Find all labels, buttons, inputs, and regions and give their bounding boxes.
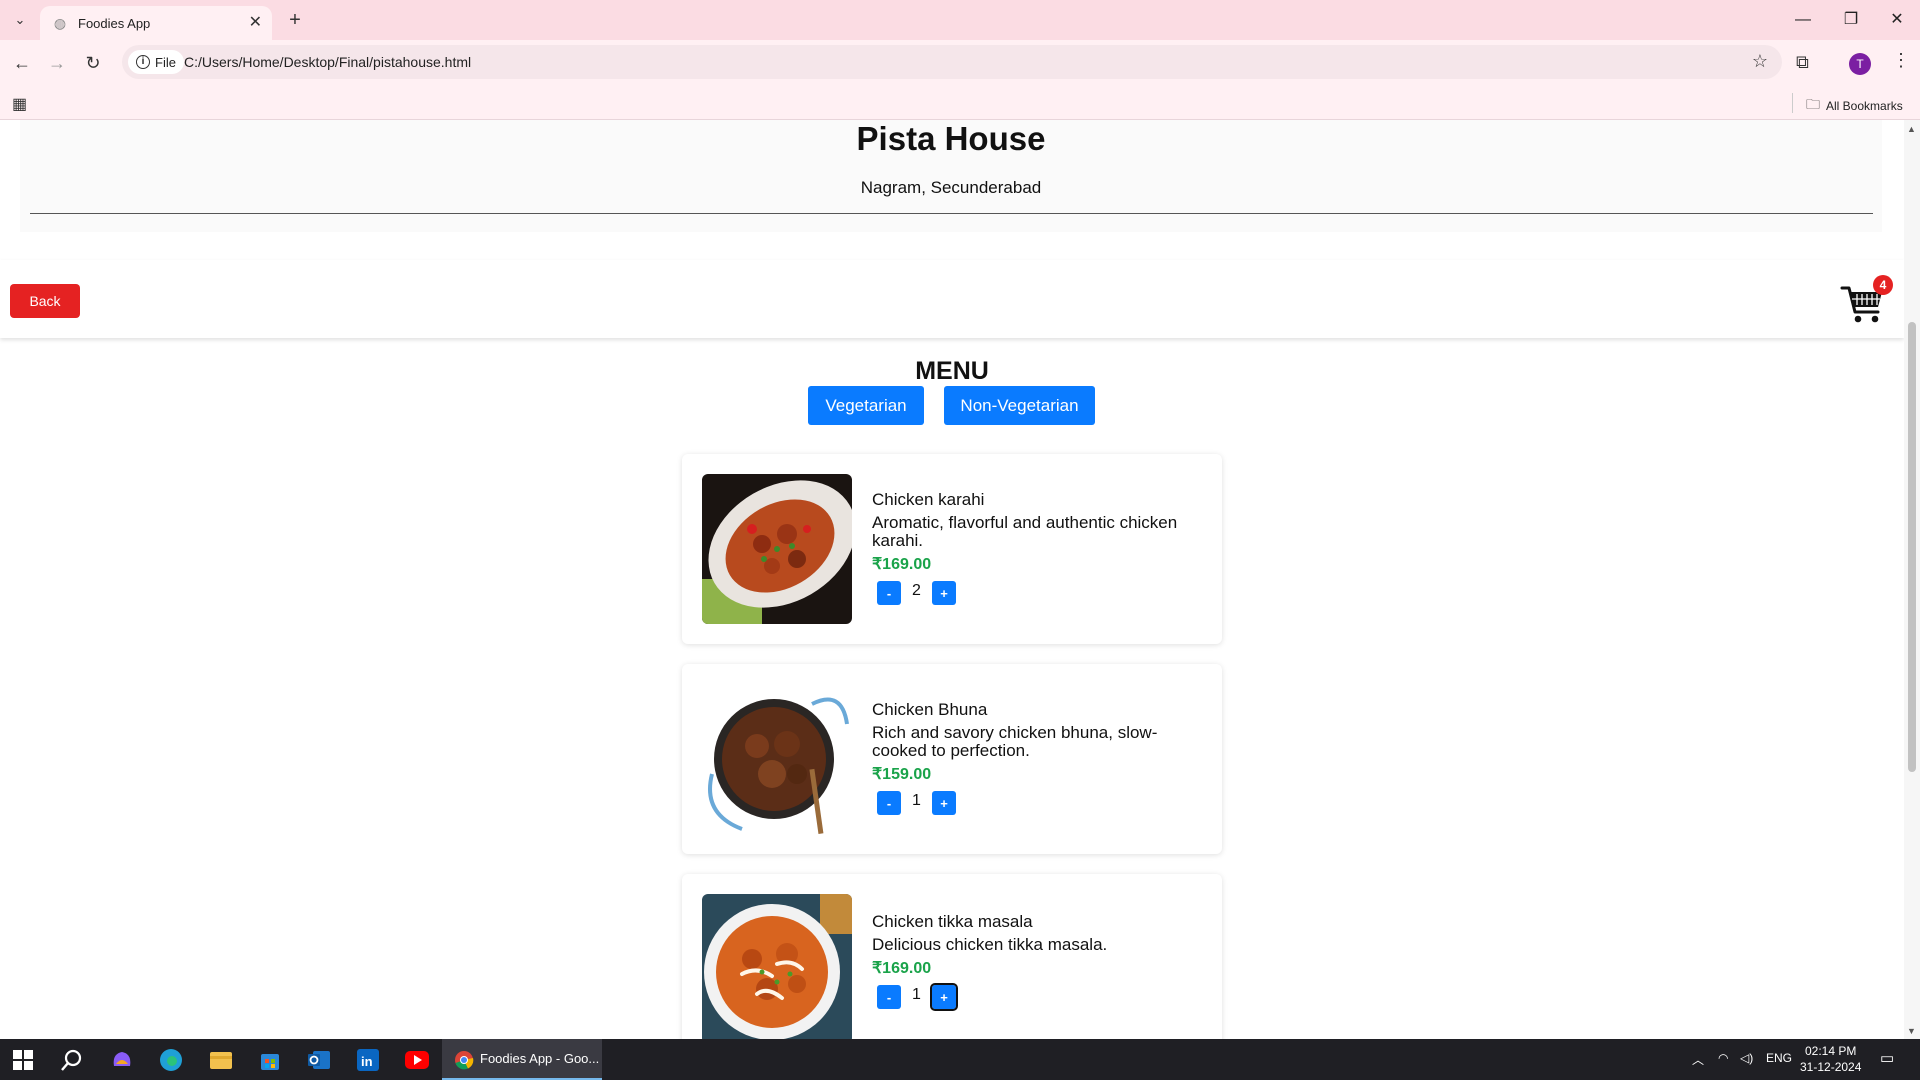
chicken-karahi-image — [702, 474, 852, 624]
clock-date: 31-12-2024 — [1800, 1060, 1862, 1074]
site-info-chip[interactable]: i File — [128, 50, 184, 74]
all-bookmarks-label: All Bookmarks — [1826, 99, 1903, 113]
menu-item-card: Chicken Bhuna Rich and savory chicken bh… — [682, 664, 1222, 854]
restore-icon[interactable]: ❐ — [1828, 6, 1874, 34]
copilot-icon[interactable] — [109, 1047, 135, 1073]
item-description: Aromatic, flavorful and authentic chicke… — [872, 513, 1178, 550]
page-viewport: Pista House Nagram, Secunderabad Back 4 … — [0, 120, 1904, 1039]
item-description: Delicious chicken tikka masala. — [872, 935, 1108, 954]
quantity-stepper: - 1 + — [877, 983, 1207, 1011]
increase-quantity-button[interactable]: + — [930, 983, 958, 1011]
browser-toolbar: ← → ↻ i File C:/Users/Home/Desktop/Final… — [0, 40, 1920, 85]
forward-arrow-icon[interactable]: → — [43, 49, 71, 77]
minimize-icon[interactable]: — — [1780, 6, 1826, 34]
globe-icon: ◍ — [53, 15, 67, 31]
notifications-icon[interactable]: ▭ — [1880, 1049, 1894, 1067]
reload-icon[interactable]: ↻ — [79, 49, 107, 77]
scrollbar-thumb[interactable] — [1908, 322, 1916, 772]
all-bookmarks-button[interactable]: 🗀 All Bookmarks — [1806, 94, 1903, 118]
system-clock[interactable]: 02:14 PM 31-12-2024 — [1800, 1043, 1861, 1075]
microsoft-store-icon[interactable] — [257, 1047, 283, 1073]
browser-menu-icon[interactable]: ⋮ — [1892, 50, 1910, 71]
item-name: Chicken karahi — [872, 490, 985, 509]
volume-icon[interactable]: ◁) — [1740, 1051, 1753, 1065]
quantity-stepper: - 2 + — [877, 581, 1207, 605]
close-tab-icon[interactable]: ✕ — [249, 14, 262, 32]
site-info-label: File — [155, 54, 176, 70]
chicken-bhuna-image — [702, 684, 852, 834]
restaurant-location: Nagram, Secunderabad — [860, 178, 1042, 197]
apps-grid-icon[interactable]: ▦ — [12, 94, 27, 114]
quantity-stepper: - 1 + — [877, 791, 1207, 815]
page-scrollbar[interactable]: ▲ ▼ — [1904, 120, 1920, 1039]
edge-browser-icon[interactable] — [158, 1047, 184, 1073]
increase-quantity-button[interactable]: + — [932, 581, 956, 605]
decrease-quantity-button[interactable]: - — [877, 985, 901, 1009]
extensions-icon[interactable]: ⧉ — [1796, 52, 1809, 73]
browser-tab[interactable]: ◍ Foodies App ✕ — [40, 6, 272, 40]
scroll-down-icon[interactable]: ▼ — [1907, 1026, 1916, 1036]
menu-item-card: Chicken karahi Aromatic, flavorful and a… — [682, 454, 1222, 644]
clock-time: 02:14 PM — [1805, 1044, 1857, 1058]
increase-quantity-button[interactable]: + — [932, 791, 956, 815]
network-icon[interactable]: ◠ — [1718, 1051, 1728, 1065]
taskbar-chrome-window[interactable]: Foodies App - Goo... — [442, 1039, 602, 1080]
folder-icon: 🗀 — [1806, 96, 1820, 112]
close-window-icon[interactable]: ✕ — [1874, 6, 1920, 34]
cart-count-badge: 4 — [1873, 275, 1893, 295]
chicken-tikka-masala-image — [702, 894, 852, 1039]
url-text[interactable]: C:/Users/Home/Desktop/Final/pistahouse.h… — [184, 54, 471, 70]
quantity-value: 2 — [912, 582, 921, 599]
youtube-icon[interactable] — [404, 1047, 430, 1073]
menu-item-info: Chicken Bhuna Rich and savory chicken bh… — [872, 700, 1207, 815]
item-name: Chicken Bhuna — [872, 700, 988, 719]
menu-item-info: Chicken karahi Aromatic, flavorful and a… — [872, 490, 1207, 605]
item-price: ₹169.00 — [872, 556, 932, 573]
bookmark-star-icon[interactable]: ☆ — [1752, 51, 1768, 72]
linkedin-icon[interactable]: in — [355, 1047, 381, 1073]
menu-item-info: Chicken tikka masala Delicious chicken t… — [872, 912, 1207, 1011]
outlook-icon[interactable] — [306, 1047, 332, 1073]
windows-taskbar: in Foodies App - Goo... ︿ ◠ ◁) ENG 02:14… — [0, 1039, 1920, 1080]
quantity-value: 1 — [912, 792, 921, 809]
decrease-quantity-button[interactable]: - — [877, 791, 901, 815]
bookmarks-bar: ▦ 🗀 All Bookmarks — [0, 85, 1920, 120]
address-bar[interactable]: i File C:/Users/Home/Desktop/Final/pista… — [122, 45, 1782, 79]
non-vegetarian-filter-button[interactable]: Non-Vegetarian — [944, 386, 1095, 425]
item-price: ₹169.00 — [872, 960, 932, 977]
show-hidden-icons[interactable]: ︿ — [1692, 1051, 1704, 1068]
back-arrow-icon[interactable]: ← — [8, 49, 36, 77]
bookmarks-divider — [1792, 93, 1793, 113]
vegetarian-filter-button[interactable]: Vegetarian — [808, 386, 924, 425]
restaurant-name: Pista House — [856, 120, 1046, 157]
taskbar-window-title: Foodies App - Goo... — [480, 1051, 600, 1066]
action-bar: Back 4 — [0, 260, 1904, 338]
file-explorer-icon[interactable] — [208, 1047, 234, 1073]
browser-tab-strip: ⌄ ◍ Foodies App ✕ + — ❐ ✕ — [0, 0, 1920, 40]
item-description: Rich and savory chicken bhuna, slow-cook… — [872, 723, 1158, 760]
quantity-value: 1 — [912, 986, 921, 1003]
menu-item-card: Chicken tikka masala Delicious chicken t… — [682, 874, 1222, 1039]
item-price: ₹159.00 — [872, 766, 932, 783]
header-divider — [30, 213, 1873, 214]
info-icon: i — [136, 55, 150, 69]
scroll-up-icon[interactable]: ▲ — [1907, 124, 1916, 134]
back-button[interactable]: Back — [10, 284, 80, 318]
tab-search-icon[interactable]: ⌄ — [8, 8, 32, 32]
profile-avatar[interactable]: T — [1849, 53, 1871, 75]
tab-title: Foodies App — [78, 15, 151, 31]
language-indicator[interactable]: ENG — [1766, 1051, 1792, 1065]
decrease-quantity-button[interactable]: - — [877, 581, 901, 605]
new-tab-icon[interactable]: + — [283, 8, 307, 32]
search-icon[interactable] — [59, 1047, 85, 1073]
item-name: Chicken tikka masala — [872, 912, 1033, 931]
chrome-icon — [455, 1051, 474, 1070]
svg-text:in: in — [361, 1054, 373, 1069]
windows-start-icon[interactable] — [10, 1047, 36, 1073]
restaurant-header: Pista House Nagram, Secunderabad — [20, 120, 1882, 232]
